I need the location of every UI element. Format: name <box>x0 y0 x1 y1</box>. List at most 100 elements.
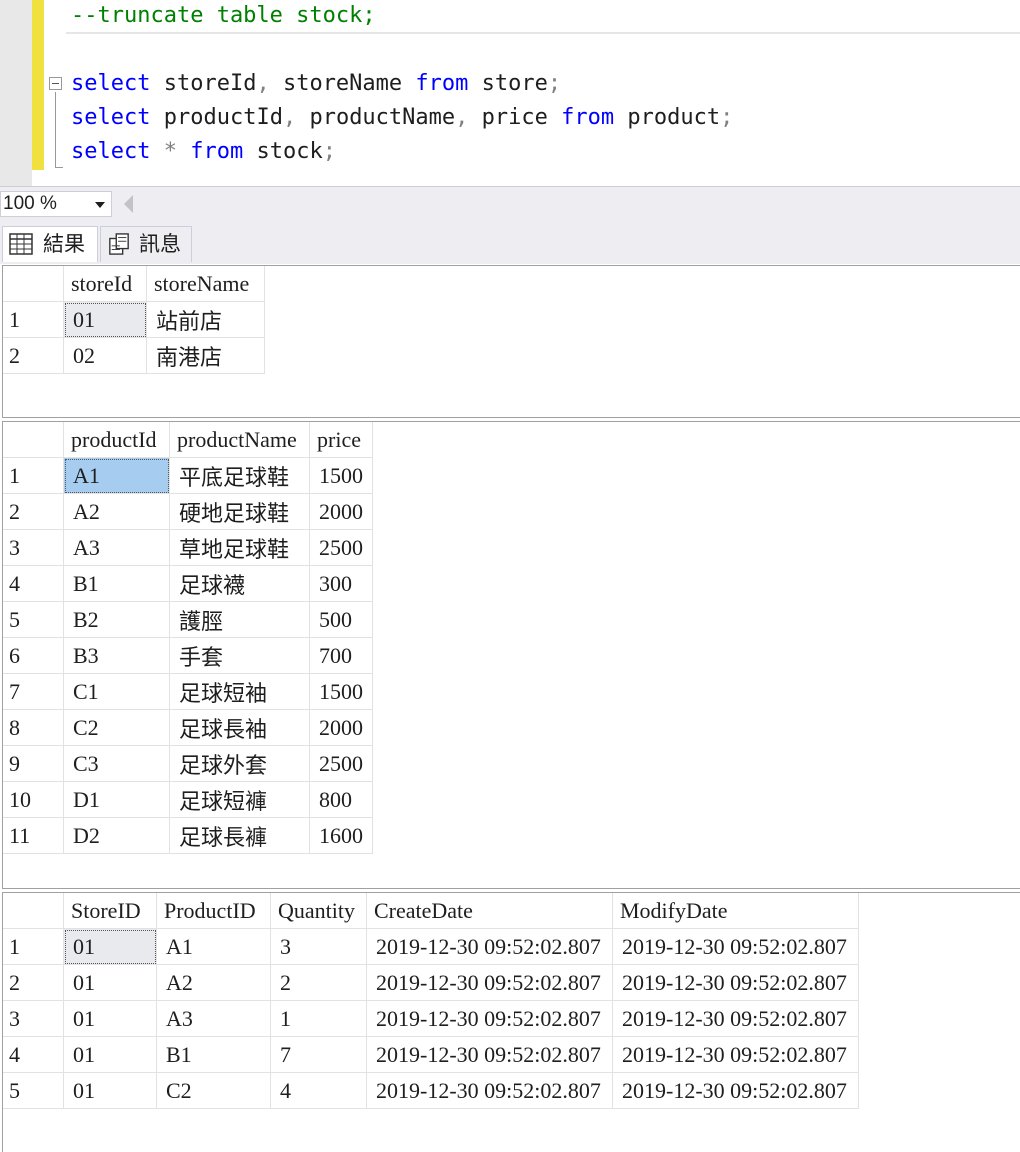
table-cell[interactable]: B1 <box>156 1036 271 1073</box>
zoom-dropdown[interactable]: 100 % <box>0 191 112 217</box>
column-header[interactable]: Quantity <box>270 893 367 929</box>
table-cell[interactable]: 南港店 <box>146 337 265 374</box>
table-row[interactable]: 11 D2 足球長褲 1600 <box>3 817 373 854</box>
table-cell[interactable]: 硬地足球鞋 <box>169 493 310 530</box>
table-cell[interactable]: 01 <box>63 928 157 965</box>
row-number[interactable]: 2 <box>3 964 64 1001</box>
table-row[interactable]: 8 C2 足球長袖 2000 <box>3 709 373 746</box>
row-number[interactable]: 1 <box>3 301 64 338</box>
column-header[interactable]: CreateDate <box>366 893 613 929</box>
table-cell[interactable]: 4 <box>270 1072 367 1109</box>
editor-line-comment[interactable]: --truncate table stock; <box>71 1 376 31</box>
table-cell[interactable]: 700 <box>309 637 373 674</box>
column-header[interactable]: price <box>309 422 373 458</box>
sql-editor[interactable]: --truncate table stock; select storeId, … <box>0 0 1020 186</box>
row-number[interactable]: 5 <box>3 601 64 638</box>
table-cell[interactable]: 1 <box>270 1000 367 1037</box>
tab-messages[interactable]: 訊息 <box>100 226 192 262</box>
table-cell[interactable]: C2 <box>156 1072 271 1109</box>
row-number[interactable]: 3 <box>3 529 64 566</box>
table-cell[interactable]: 01 <box>63 1072 157 1109</box>
table-cell[interactable]: 2019-12-30 09:52:02.807 <box>366 1036 613 1073</box>
table-cell[interactable]: 2500 <box>309 529 373 566</box>
column-header[interactable]: storeName <box>146 266 265 302</box>
table-row[interactable]: 2 A2 硬地足球鞋 2000 <box>3 493 373 530</box>
table-cell[interactable]: 平底足球鞋 <box>169 457 310 494</box>
column-header[interactable]: productId <box>63 422 170 458</box>
table-row[interactable]: 1 01 站前店 <box>3 301 265 338</box>
table-cell[interactable]: 01 <box>63 301 147 338</box>
table-cell[interactable]: A2 <box>156 964 271 1001</box>
table-cell[interactable]: 2019-12-30 09:52:02.807 <box>366 1072 613 1109</box>
table-row[interactable]: 3 A3 草地足球鞋 2500 <box>3 529 373 566</box>
table-cell[interactable]: 01 <box>63 964 157 1001</box>
scroll-left-icon[interactable] <box>124 195 133 213</box>
table-cell[interactable]: 300 <box>309 565 373 602</box>
table-cell[interactable]: 2019-12-30 09:52:02.807 <box>366 928 613 965</box>
table-cell[interactable]: C2 <box>63 709 170 746</box>
table-cell[interactable]: 2019-12-30 09:52:02.807 <box>366 1000 613 1037</box>
table-cell[interactable]: 1500 <box>309 457 373 494</box>
table-cell[interactable]: 足球長袖 <box>169 709 310 746</box>
table-cell[interactable]: D2 <box>63 817 170 854</box>
table-cell[interactable]: 3 <box>270 928 367 965</box>
column-header[interactable]: storeId <box>63 266 147 302</box>
table-row[interactable]: 10 D1 足球短褲 800 <box>3 781 373 818</box>
table-cell[interactable]: 2019-12-30 09:52:02.807 <box>366 964 613 1001</box>
table-cell[interactable]: 2019-12-30 09:52:02.807 <box>612 1000 859 1037</box>
row-number[interactable]: 8 <box>3 709 64 746</box>
table-row[interactable]: 4 01 B1 7 2019-12-30 09:52:02.807 2019-12-30 … <box>3 1036 859 1073</box>
table-row[interactable]: 9 C3 足球外套 2500 <box>3 745 373 782</box>
table-cell[interactable]: 2 <box>270 964 367 1001</box>
table-cell[interactable]: 足球襪 <box>169 565 310 602</box>
table-cell[interactable]: 足球外套 <box>169 745 310 782</box>
table-cell[interactable]: B1 <box>63 565 170 602</box>
table-row[interactable]: 6 B3 手套 700 <box>3 637 373 674</box>
row-number[interactable]: 7 <box>3 673 64 710</box>
table-cell[interactable]: 1500 <box>309 673 373 710</box>
row-number[interactable]: 5 <box>3 1072 64 1109</box>
row-number[interactable]: 4 <box>3 1036 64 1073</box>
row-number-header[interactable] <box>3 266 64 302</box>
table-row[interactable]: 1 A1 平底足球鞋 1500 <box>3 457 373 494</box>
table-cell[interactable]: 站前店 <box>146 301 265 338</box>
table-cell[interactable]: A3 <box>63 529 170 566</box>
table-cell[interactable]: A3 <box>156 1000 271 1037</box>
table-cell[interactable]: C3 <box>63 745 170 782</box>
table-cell[interactable]: 足球短褲 <box>169 781 310 818</box>
row-number[interactable]: 3 <box>3 1000 64 1037</box>
table-cell[interactable]: C1 <box>63 673 170 710</box>
table-row[interactable]: 4 B1 足球襪 300 <box>3 565 373 602</box>
table-cell[interactable]: 01 <box>63 1036 157 1073</box>
table-cell[interactable]: 2019-12-30 09:52:02.807 <box>612 928 859 965</box>
column-header[interactable]: productName <box>169 422 310 458</box>
column-header[interactable]: ModifyDate <box>612 893 859 929</box>
row-number[interactable]: 1 <box>3 928 64 965</box>
row-number[interactable]: 2 <box>3 337 64 374</box>
table-cell[interactable]: 護脛 <box>169 601 310 638</box>
table-cell[interactable]: A2 <box>63 493 170 530</box>
table-cell[interactable]: 1600 <box>309 817 373 854</box>
table-cell[interactable]: 2019-12-30 09:52:02.807 <box>612 1036 859 1073</box>
row-number-header[interactable] <box>3 422 64 458</box>
table-cell[interactable]: 手套 <box>169 637 310 674</box>
row-number[interactable]: 1 <box>3 457 64 494</box>
table-cell[interactable]: 7 <box>270 1036 367 1073</box>
row-number[interactable]: 10 <box>3 781 64 818</box>
table-cell[interactable]: A1 <box>156 928 271 965</box>
tab-results[interactable]: 結果 <box>2 226 98 262</box>
editor-line-query3[interactable]: select * from stock; <box>71 137 336 167</box>
row-number[interactable]: 11 <box>3 817 64 854</box>
table-cell[interactable]: 2019-12-30 09:52:02.807 <box>612 1072 859 1109</box>
result-grid-stock[interactable]: StoreID ProductID Quantity CreateDate Mo… <box>2 892 1020 1152</box>
editor-line-query2[interactable]: select productId, productName, price fro… <box>71 103 733 133</box>
table-row[interactable]: 5 B2 護脛 500 <box>3 601 373 638</box>
chevron-down-icon[interactable] <box>95 202 105 208</box>
editor-line-query1[interactable]: select storeId, storeName from store; <box>71 69 561 99</box>
table-cell[interactable]: B2 <box>63 601 170 638</box>
table-cell[interactable]: 足球短袖 <box>169 673 310 710</box>
row-number[interactable]: 9 <box>3 745 64 782</box>
column-header[interactable]: StoreID <box>63 893 157 929</box>
result-grid-product[interactable]: productId productName price 1 A1 平底足球鞋 1500… <box>2 421 1020 889</box>
table-cell[interactable]: 02 <box>63 337 147 374</box>
